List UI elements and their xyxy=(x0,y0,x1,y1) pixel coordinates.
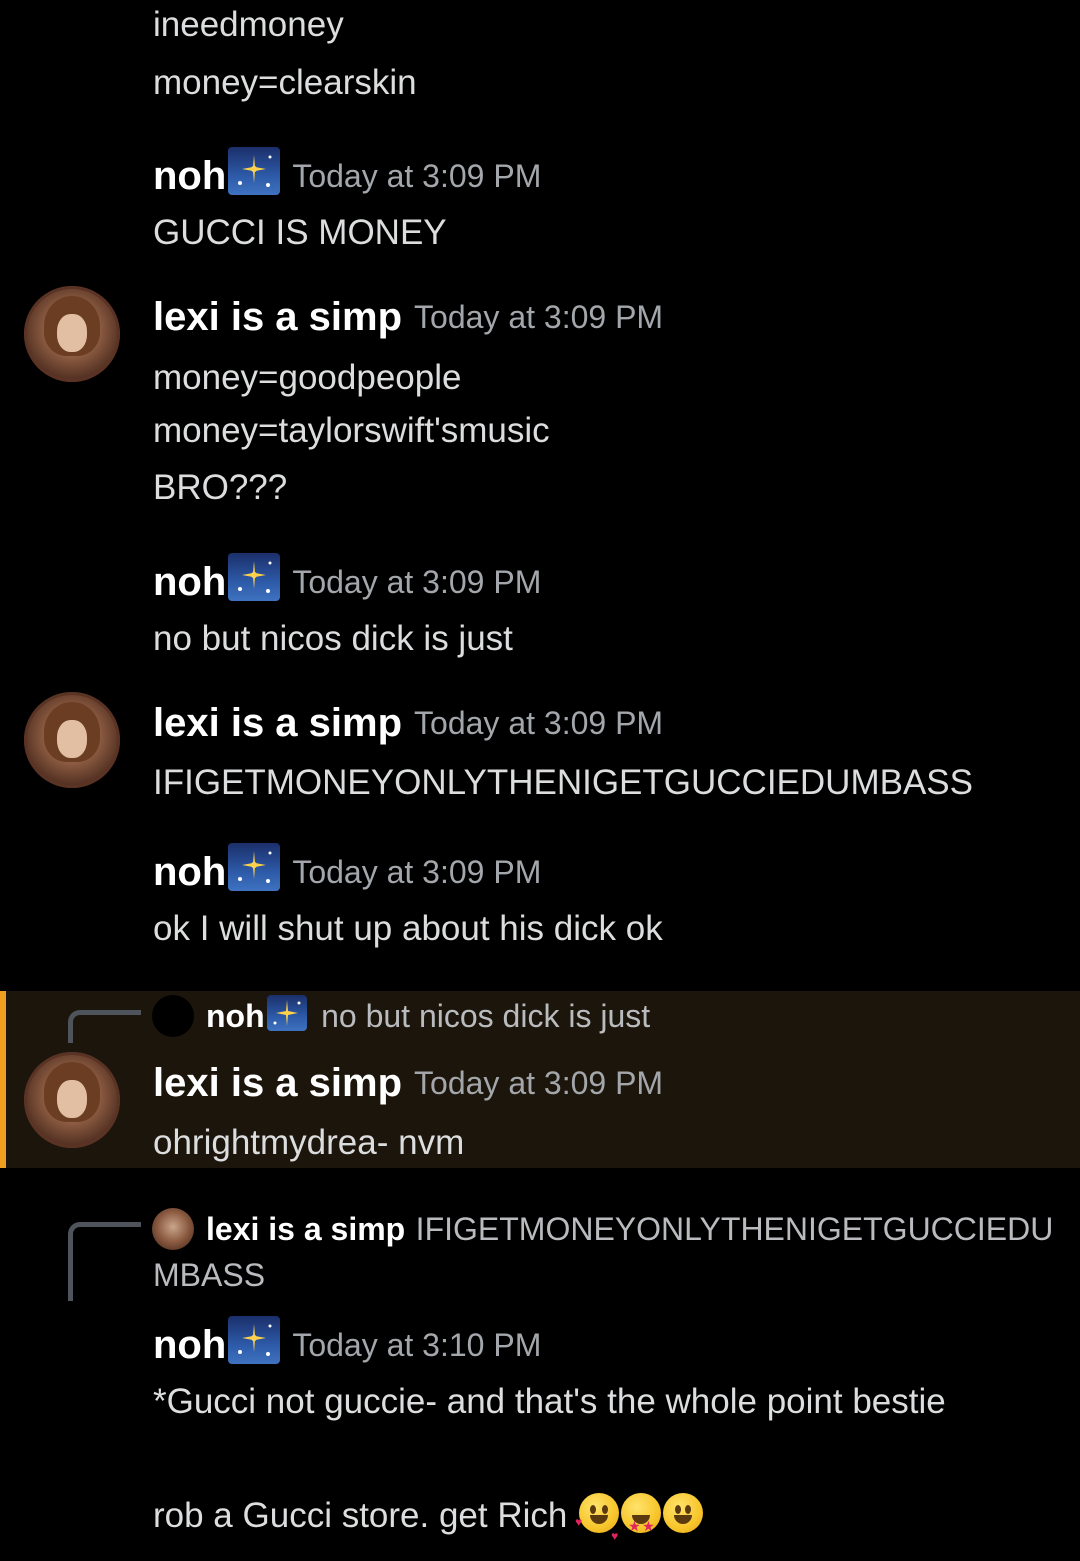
message-text: no but nicos dick is just xyxy=(153,619,513,658)
avatar[interactable] xyxy=(24,286,120,382)
message-header: noh Today at 3:10 PM xyxy=(153,1316,541,1370)
sparkle-badge-icon xyxy=(228,843,281,891)
reply-avatar xyxy=(152,1208,194,1250)
message-header: noh Today at 3:09 PM xyxy=(153,147,541,201)
message-header: lexi is a simp Today at 3:09 PM xyxy=(153,698,663,748)
timestamp: Today at 3:09 PM xyxy=(292,854,542,890)
smiling-face-with-hearts-icon: ♥ ♥ xyxy=(575,1493,620,1543)
timestamp: Today at 3:09 PM xyxy=(414,1065,664,1101)
grinning-face-icon xyxy=(663,1493,704,1533)
timestamp: Today at 3:09 PM xyxy=(292,564,542,600)
message-text-content: rob a Gucci store. get Rich xyxy=(153,1496,568,1535)
sparkle-badge-icon xyxy=(228,147,281,195)
timestamp: Today at 3:09 PM xyxy=(292,158,542,194)
avatar[interactable] xyxy=(24,1052,120,1148)
message-header: noh Today at 3:09 PM xyxy=(153,843,541,897)
reply-avatar xyxy=(152,995,194,1037)
message-text: money=clearskin xyxy=(153,63,417,102)
message-text: *Gucci not guccie- and that's the whole … xyxy=(153,1382,946,1421)
sparkle-badge-icon xyxy=(228,1316,281,1364)
message-header: lexi is a simp Today at 3:09 PM xyxy=(153,292,663,342)
reply-preview-text: IFIGETMONEYONLYTHENIGETGUCCIEDU xyxy=(415,1211,1054,1247)
mention-bar xyxy=(0,991,6,1168)
timestamp: Today at 3:09 PM xyxy=(414,299,664,335)
star-struck-icon: ★ ★ xyxy=(621,1493,662,1534)
message-header: lexi is a simp Today at 3:09 PM xyxy=(153,1058,663,1108)
username[interactable]: noh xyxy=(153,850,226,894)
username[interactable]: lexi is a simp xyxy=(153,295,402,339)
username[interactable]: noh xyxy=(153,560,226,604)
message-text: money=goodpeople xyxy=(153,358,462,397)
sparkle-badge-icon xyxy=(266,995,307,1031)
reply-preview-text: MBASS xyxy=(153,1257,266,1293)
reply-reference[interactable]: noh no but nicos dick is just xyxy=(206,991,650,1041)
avatar[interactable] xyxy=(24,692,120,788)
message-text: ineedmoney xyxy=(153,5,344,44)
message-text: rob a Gucci store. get Rich ♥ ♥ ★ ★ xyxy=(153,1491,704,1543)
message-header: noh Today at 3:09 PM xyxy=(153,553,541,607)
username[interactable]: lexi is a simp xyxy=(153,701,402,745)
reply-username[interactable]: noh xyxy=(206,998,265,1034)
reply-reference[interactable]: lexi is a simp IFIGETMONEYONLYTHENIGETGU… xyxy=(206,1204,1053,1254)
message-text: money=taylorswift'smusic xyxy=(153,411,550,450)
sparkle-badge-icon xyxy=(228,553,281,601)
message-text: ohrightmydrea- nvm xyxy=(153,1123,465,1162)
username[interactable]: noh xyxy=(153,1323,226,1367)
message-text: IFIGETMONEYONLYTHENIGETGUCCIEDUMBASS xyxy=(153,763,973,802)
username[interactable]: noh xyxy=(153,154,226,198)
message-text: BRO??? xyxy=(153,468,288,507)
timestamp: Today at 3:10 PM xyxy=(292,1327,542,1363)
username[interactable]: lexi is a simp xyxy=(153,1061,402,1105)
reply-connector xyxy=(68,1222,141,1301)
message-text: GUCCI IS MONEY xyxy=(153,213,447,252)
reply-preview-text: no but nicos dick is just xyxy=(321,998,651,1034)
reply-connector xyxy=(68,1010,141,1043)
message-text: ok I will shut up about his dick ok xyxy=(153,909,663,948)
timestamp: Today at 3:09 PM xyxy=(414,705,664,741)
reply-username[interactable]: lexi is a simp xyxy=(206,1211,405,1247)
